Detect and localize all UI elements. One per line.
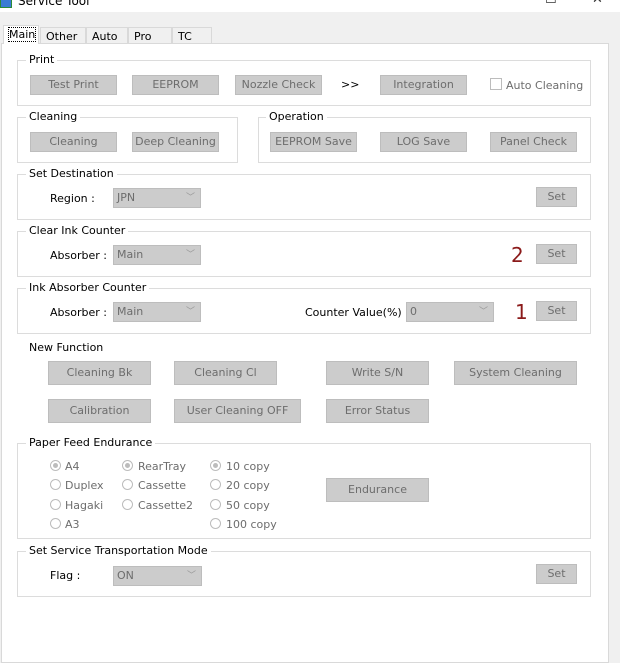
clear-ink-counter-set-button[interactable]: Set	[536, 244, 577, 264]
radio-label: Cassette	[138, 479, 187, 492]
counter-absorber-select[interactable]: Main ﹀	[113, 302, 201, 322]
ink-absorber-set-button[interactable]: Set	[536, 301, 577, 321]
tab-auto[interactable]: Auto	[86, 27, 128, 43]
radio-cassette2[interactable]	[122, 499, 133, 510]
new-function-label: New Function	[29, 341, 104, 354]
counter-value: 0	[410, 305, 417, 318]
chevron-down-icon: ﹀	[185, 307, 195, 317]
radio-20-copy[interactable]	[210, 479, 221, 490]
paper-feed-label: Paper Feed Endurance	[26, 436, 156, 449]
cleaning-bk-button[interactable]: Cleaning Bk	[48, 361, 151, 385]
chevron-down-icon: ﹀	[185, 250, 195, 260]
minimize-button[interactable]: —	[488, 0, 501, 7]
auto-cleaning-checkbox[interactable]	[490, 78, 502, 90]
transport-set-button[interactable]: Set	[536, 564, 577, 584]
arrow-label: >>	[341, 78, 360, 91]
counter-value-label: Counter Value(%) :	[305, 306, 409, 319]
ink-absorber-counter-label: Ink Absorber Counter	[26, 281, 150, 294]
test-print-button[interactable]: Test Print	[30, 75, 117, 95]
deep-cleaning-button[interactable]: Deep Cleaning	[132, 132, 219, 152]
radio-label: Cassette2	[138, 499, 194, 512]
set-destination-label: Set Destination	[26, 167, 117, 180]
absorber-value: Main	[117, 248, 144, 261]
radio-label: RearTray	[138, 460, 187, 473]
cleaning-button[interactable]: Cleaning	[30, 132, 117, 152]
endurance-button[interactable]: Endurance	[326, 478, 429, 502]
cleaning-cl-button[interactable]: Cleaning Cl	[174, 361, 277, 385]
transport-mode-label: Set Service Transportation Mode	[26, 544, 211, 557]
tab-tc[interactable]: TC	[172, 27, 212, 43]
chevron-down-icon: ﹀	[185, 193, 195, 203]
radio-cassette[interactable]	[122, 479, 133, 490]
transport-mode-group	[17, 551, 591, 597]
tab-other[interactable]: Other	[40, 27, 86, 43]
title-bar	[0, 0, 620, 12]
error-status-button[interactable]: Error Status	[326, 399, 429, 423]
radio-a4[interactable]	[50, 460, 61, 471]
app-icon	[0, 0, 12, 8]
tab-main[interactable]: Main	[3, 25, 39, 44]
system-cleaning-button[interactable]: System Cleaning	[454, 361, 577, 385]
integration-button[interactable]: Integration	[380, 75, 467, 95]
flag-select[interactable]: ON ﹀	[113, 566, 202, 586]
radio-label: 50 copy	[226, 499, 270, 512]
set-destination-button[interactable]: Set	[536, 187, 577, 207]
absorber-value: Main	[117, 305, 144, 318]
window-title: Service Tool	[18, 0, 90, 8]
write-sn-button[interactable]: Write S/N	[326, 361, 429, 385]
radio-a3[interactable]	[50, 518, 61, 529]
tab-pro[interactable]: Pro	[128, 27, 172, 43]
print-group-label: Print	[26, 53, 58, 66]
radio-label: 10 copy	[226, 460, 270, 473]
radio-50-copy[interactable]	[210, 499, 221, 510]
user-cleaning-off-button[interactable]: User Cleaning OFF	[174, 399, 301, 423]
region-value: JPN	[117, 191, 136, 204]
cleaning-group-label: Cleaning	[26, 110, 81, 123]
radio-label: Duplex	[65, 479, 104, 492]
absorber-label: Absorber :	[50, 306, 107, 319]
tab-label: Main	[7, 27, 37, 42]
clear-ink-counter-label: Clear Ink Counter	[26, 224, 129, 237]
absorber-label: Absorber :	[50, 249, 107, 262]
nozzle-check-button[interactable]: Nozzle Check	[235, 75, 322, 95]
radio-100-copy[interactable]	[210, 518, 221, 529]
region-label: Region :	[50, 192, 95, 205]
annotation-number: 1	[515, 300, 528, 324]
radio-label: 20 copy	[226, 479, 270, 492]
radio-10-copy[interactable]	[210, 460, 221, 471]
clear-absorber-select[interactable]: Main ﹀	[113, 245, 201, 265]
region-select[interactable]: JPN ﹀	[113, 188, 201, 208]
chevron-down-icon: ﹀	[478, 307, 488, 317]
log-save-button[interactable]: LOG Save	[380, 132, 467, 152]
eeprom-save-button[interactable]: EEPROM Save	[270, 132, 357, 152]
auto-cleaning-label: Auto Cleaning	[506, 79, 584, 92]
operation-group-label: Operation	[266, 110, 327, 123]
radio-hagaki[interactable]	[50, 499, 61, 510]
set-destination-group	[17, 174, 591, 220]
annotation-number: 2	[511, 243, 524, 267]
radio-label: Hagaki	[65, 499, 104, 512]
counter-value-select[interactable]: 0 ﹀	[406, 302, 494, 322]
panel-check-button[interactable]: Panel Check	[490, 132, 577, 152]
radio-reartray[interactable]	[122, 460, 133, 471]
flag-value: ON	[117, 569, 134, 582]
radio-label: 100 copy	[226, 518, 277, 531]
calibration-button[interactable]: Calibration	[48, 399, 151, 423]
close-button[interactable]: ✕	[592, 0, 603, 7]
maximize-button[interactable]: ☐	[545, 0, 557, 7]
flag-label: Flag :	[50, 569, 81, 582]
chevron-down-icon: ﹀	[186, 571, 196, 581]
radio-duplex[interactable]	[50, 479, 61, 490]
eeprom-button[interactable]: EEPROM	[132, 75, 219, 95]
radio-label: A4	[65, 460, 80, 473]
radio-label: A3	[65, 518, 80, 531]
